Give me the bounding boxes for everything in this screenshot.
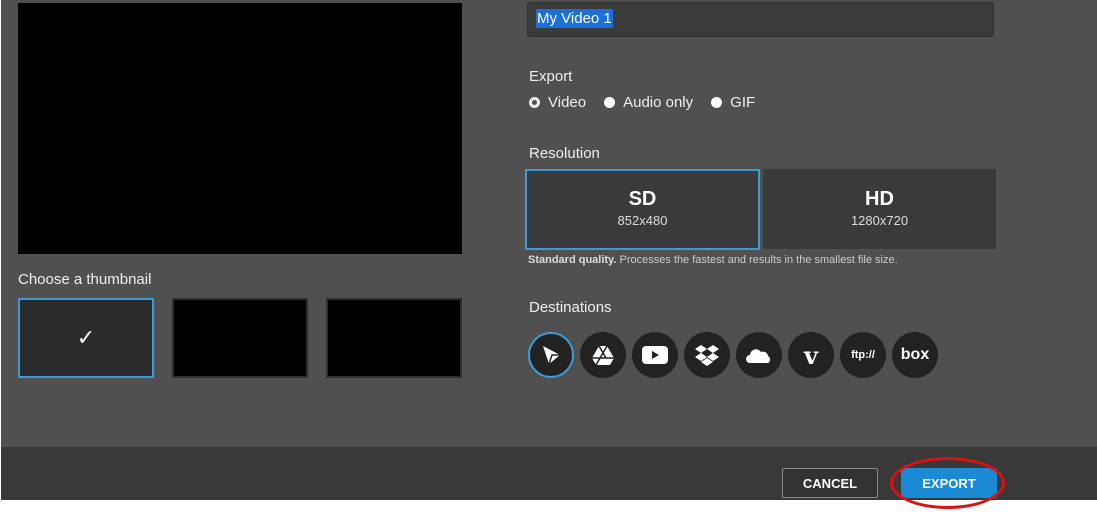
- video-preview: [18, 3, 462, 254]
- radio-gif[interactable]: GIF: [711, 94, 755, 111]
- radio-icon: [711, 97, 723, 108]
- resolution-hint: Standard quality. Processes the fastest …: [528, 254, 898, 266]
- radio-icon: [529, 97, 540, 108]
- resolution-label: Resolution: [529, 145, 600, 162]
- vimeo-icon[interactable]: v: [788, 332, 834, 378]
- check-icon: ✓: [76, 325, 96, 350]
- cancel-button[interactable]: CANCEL: [782, 468, 878, 498]
- thumbnail-2[interactable]: [172, 298, 308, 378]
- radio-video[interactable]: Video: [529, 94, 586, 111]
- destinations-label: Destinations: [529, 299, 612, 316]
- youtube-icon[interactable]: [632, 332, 678, 378]
- onedrive-icon[interactable]: [736, 332, 782, 378]
- thumbnail-3[interactable]: [326, 298, 462, 378]
- radio-icon: [604, 97, 616, 108]
- screencast-o-matic-icon[interactable]: [528, 332, 574, 378]
- export-label: Export: [529, 68, 573, 85]
- google-drive-icon[interactable]: [580, 332, 626, 378]
- ftp-icon[interactable]: ftp://: [840, 332, 886, 378]
- resolution-hd[interactable]: HD 1280x720: [763, 169, 996, 249]
- export-type-group: Video Audio only GIF: [529, 94, 755, 111]
- title-input[interactable]: My Video 1: [527, 2, 994, 37]
- box-icon[interactable]: box: [892, 332, 938, 378]
- highlight-circle: [890, 457, 1005, 509]
- thumbnail-1[interactable]: ✓: [18, 298, 154, 378]
- thumbnail-label: Choose a thumbnail: [18, 271, 152, 288]
- dropbox-icon[interactable]: [684, 332, 730, 378]
- radio-audio-only[interactable]: Audio only: [604, 94, 693, 111]
- destinations-list: v ftp:// box: [528, 332, 938, 378]
- resolution-sd[interactable]: SD 852x480: [525, 169, 760, 250]
